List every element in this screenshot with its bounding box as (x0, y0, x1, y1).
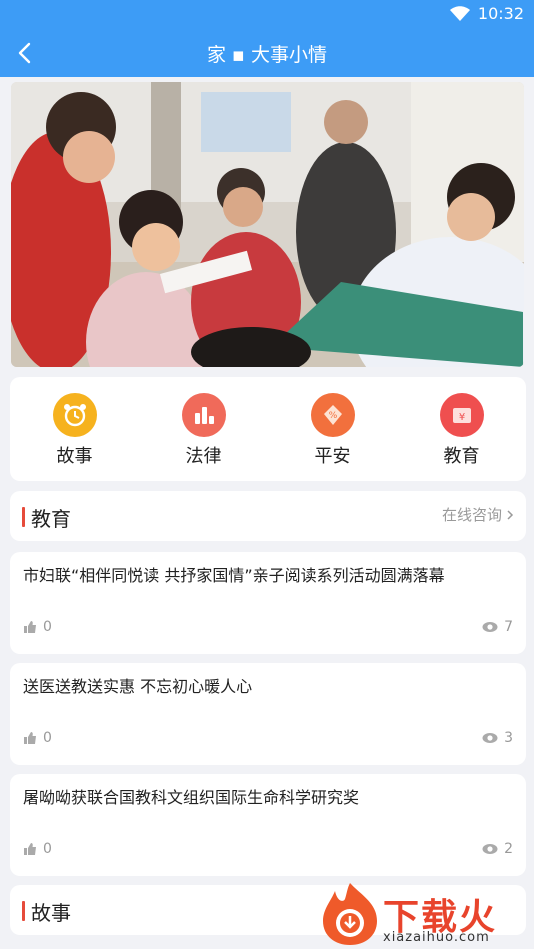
section-title: 故事 (31, 901, 71, 925)
like-count[interactable]: 0 (23, 730, 52, 746)
article-card[interactable]: 屠呦呦获联合国教科文组织国际生命科学研究奖 0 2 (10, 774, 526, 876)
category-story[interactable]: 故事 (10, 377, 139, 481)
bar-chart-icon (181, 393, 226, 437)
wifi-icon (449, 5, 470, 21)
category-safety[interactable]: % 平安 (268, 377, 397, 481)
watermark-logo: 下载火 xiazaihuo.com (315, 878, 534, 949)
wallet-yuan-icon: ¥ (439, 393, 484, 437)
category-label: 平安 (314, 446, 351, 467)
article-title: 屠呦呦获联合国教科文组织国际生命科学研究奖 (23, 788, 360, 807)
category-label: 故事 (56, 446, 93, 467)
section-title: 教育 (31, 507, 71, 531)
online-consult-label: 在线咨询 (441, 506, 502, 524)
eye-icon (482, 733, 498, 743)
chevron-right-icon (507, 509, 514, 520)
section-accent-bar (22, 507, 25, 527)
app-bar: 家 ▪ 大事小情 (0, 29, 534, 77)
alarm-clock-icon (52, 393, 97, 437)
status-bar: 10:32 (0, 0, 534, 29)
eye-icon (482, 622, 498, 632)
category-education[interactable]: ¥ 教育 (397, 377, 526, 481)
watermark-url: xiazaihuo.com (383, 930, 490, 945)
eye-icon (482, 844, 498, 854)
category-label: 法律 (185, 446, 222, 467)
category-grid: 故事 法律 % 平安 ¥ 教育 (10, 377, 526, 481)
svg-text:%: % (328, 411, 337, 421)
article-title: 市妇联“相伴同悦读 共抒家国情”亲子阅读系列活动圆满落幕 (23, 566, 445, 585)
thumbs-up-icon (24, 621, 36, 633)
section-accent-bar (22, 901, 25, 921)
svg-text:¥: ¥ (458, 412, 464, 423)
page-title: 家 ▪ 大事小情 (207, 44, 327, 66)
section-header-education: 教育 在线咨询 (10, 491, 526, 541)
like-count[interactable]: 0 (23, 841, 52, 857)
article-title: 送医送教送实惠 不忘初心暖人心 (23, 677, 253, 696)
category-law[interactable]: 法律 (139, 377, 268, 481)
discount-tag-icon: % (310, 393, 355, 437)
view-count: 2 (482, 841, 513, 857)
like-count[interactable]: 0 (23, 619, 52, 635)
thumbs-up-icon (24, 843, 36, 855)
flame-logo-icon (323, 883, 377, 945)
view-count: 7 (482, 619, 513, 635)
thumbs-up-icon (24, 732, 36, 744)
article-card[interactable]: 送医送教送实惠 不忘初心暖人心 0 3 (10, 663, 526, 765)
article-card[interactable]: 市妇联“相伴同悦读 共抒家国情”亲子阅读系列活动圆满落幕 0 7 (10, 552, 526, 654)
online-consult-link[interactable]: 在线咨询 (442, 504, 514, 525)
banner-image[interactable] (11, 82, 524, 367)
view-count: 3 (482, 730, 513, 746)
status-time: 10:32 (477, 4, 524, 23)
category-label: 教育 (443, 446, 480, 467)
